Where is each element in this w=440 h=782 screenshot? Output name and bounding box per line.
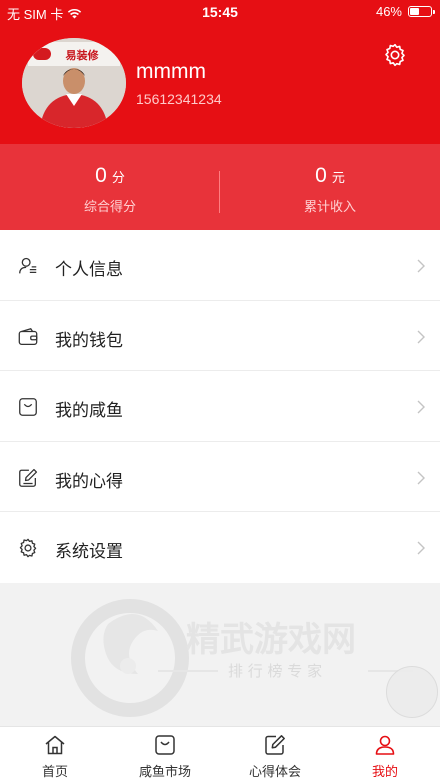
status-bar: 无 SIM 卡 15:45 46% bbox=[0, 0, 440, 24]
tab-mine[interactable]: 我的 bbox=[330, 727, 440, 782]
tab-notes[interactable]: 心得体会 bbox=[220, 727, 330, 782]
income-label: 累计收入 bbox=[303, 199, 356, 214]
menu-item-profile[interactable]: 个人信息 bbox=[0, 230, 440, 301]
stat-score[interactable]: 0分 综合得分 bbox=[0, 144, 220, 230]
chevron-right-icon bbox=[417, 400, 425, 414]
watermark-logo: 精武游戏网 排 行 榜 专 家 bbox=[71, 599, 413, 717]
user-info-icon bbox=[19, 257, 37, 274]
menu-item-wallet[interactable]: 我的钱包 bbox=[0, 301, 440, 371]
tab-label: 咸鱼市场 bbox=[138, 764, 191, 779]
tab-bar: 首页 咸鱼市场 心得体会 我的 bbox=[0, 726, 440, 782]
menu-item-settings[interactable]: 系统设置 bbox=[0, 512, 440, 583]
settings-gear-button[interactable] bbox=[382, 42, 408, 68]
stat-income[interactable]: 0元 累计收入 bbox=[220, 144, 440, 230]
username: mmmm bbox=[136, 60, 206, 83]
edit-note-icon bbox=[19, 468, 38, 487]
bag-icon bbox=[19, 398, 37, 416]
watermark-subtitle: 排 行 榜 专 家 bbox=[228, 662, 322, 680]
score-value: 0 bbox=[95, 164, 107, 187]
tab-home[interactable]: 首页 bbox=[0, 727, 110, 782]
battery-percent: 46% bbox=[375, 4, 402, 19]
tab-label: 我的 bbox=[371, 764, 398, 779]
menu-item-notes[interactable]: 我的心得 bbox=[0, 442, 440, 512]
status-right: 46% bbox=[375, 4, 435, 19]
score-unit: 分 bbox=[111, 170, 125, 185]
battery-fill bbox=[410, 8, 419, 15]
wallet-icon bbox=[18, 327, 38, 345]
profile-header: 无 SIM 卡 15:45 46% 易装修 mmmm 15612341234 bbox=[0, 0, 440, 144]
tab-xianyu-market[interactable]: 咸鱼市场 bbox=[110, 727, 220, 782]
chevron-right-icon bbox=[417, 330, 425, 343]
income-value: 0 bbox=[315, 164, 327, 187]
menu-label: 系统设置 bbox=[55, 542, 123, 561]
floating-assistive-button[interactable] bbox=[386, 666, 438, 718]
menu-item-xianyu[interactable]: 我的咸鱼 bbox=[0, 371, 440, 442]
chevron-right-icon bbox=[417, 259, 425, 273]
menu-label: 我的咸鱼 bbox=[55, 401, 123, 420]
gear-icon bbox=[385, 43, 405, 67]
score-label: 综合得分 bbox=[83, 199, 136, 214]
menu-label: 我的钱包 bbox=[55, 330, 123, 350]
gear-icon bbox=[19, 538, 37, 558]
user-icon bbox=[375, 735, 395, 755]
tab-label: 心得体会 bbox=[248, 764, 301, 779]
stats-panel: 0分 综合得分 0元 累计收入 bbox=[0, 144, 440, 230]
avatar-sign-text: 易装修 bbox=[66, 48, 100, 62]
menu-label: 我的心得 bbox=[55, 471, 123, 491]
edit-note-icon bbox=[265, 735, 285, 755]
battery-icon bbox=[408, 6, 435, 17]
income-unit: 元 bbox=[331, 170, 345, 185]
home-icon bbox=[45, 735, 65, 755]
menu-label: 个人信息 bbox=[55, 260, 123, 279]
avatar[interactable]: 易装修 bbox=[22, 38, 126, 128]
menu-list: 个人信息 我的钱包 我的咸鱼 我的心得 系统设置 bbox=[0, 230, 440, 583]
bag-icon bbox=[155, 735, 175, 755]
status-time: 15:45 bbox=[202, 4, 238, 20]
watermark-title: 精武游戏网 bbox=[186, 620, 356, 660]
tab-label: 首页 bbox=[41, 764, 68, 779]
avatar-photo: 易装修 bbox=[22, 38, 126, 128]
chevron-right-icon bbox=[417, 471, 425, 484]
chevron-right-icon bbox=[417, 541, 425, 555]
phone-number: 15612341234 bbox=[136, 91, 222, 107]
